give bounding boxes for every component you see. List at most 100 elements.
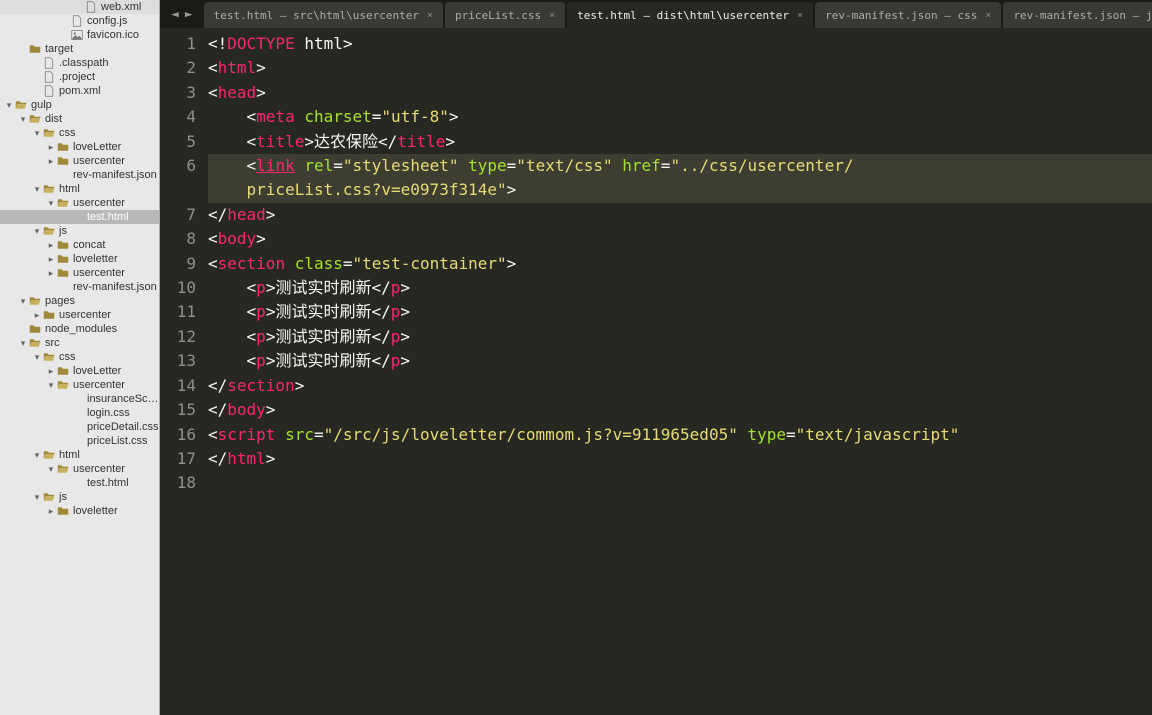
expander-icon[interactable]: ▸: [46, 506, 56, 517]
tree-item-label: usercenter: [59, 309, 159, 321]
file-icon: [42, 57, 56, 69]
tree-item[interactable]: ▸ usercenter: [0, 308, 159, 322]
tree-item[interactable]: ▾dist: [0, 112, 159, 126]
tree-item[interactable]: rev-manifest.json: [0, 280, 159, 294]
code-line[interactable]: <title>达农保险</title>: [208, 130, 1152, 154]
tree-item[interactable]: ▾ css: [0, 350, 159, 364]
tree-item[interactable]: ▾js: [0, 490, 159, 504]
tab-nav: ◄ ►: [160, 7, 204, 22]
expander-icon[interactable]: ▸: [46, 142, 56, 153]
expander-icon[interactable]: ▾: [32, 226, 42, 237]
code-line[interactable]: <!DOCTYPE html>: [208, 32, 1152, 56]
code-line[interactable]: <p>测试实时刷新</p>: [208, 276, 1152, 300]
tree-item[interactable]: priceDetail.css: [0, 420, 159, 434]
tree-item[interactable]: login.css: [0, 406, 159, 420]
code-line[interactable]: <body>: [208, 227, 1152, 251]
expander-icon[interactable]: ▸: [46, 254, 56, 265]
close-icon[interactable]: ×: [549, 10, 555, 21]
tree-item[interactable]: config.js: [0, 14, 159, 28]
code-line[interactable]: <p>测试实时刷新</p>: [208, 349, 1152, 373]
editor-tab[interactable]: rev-manifest.json — css×: [815, 2, 1001, 28]
tree-item[interactable]: ▸loveletter: [0, 252, 159, 266]
expander-icon[interactable]: ▸: [46, 240, 56, 251]
tree-item[interactable]: priceList.css: [0, 434, 159, 448]
editor-tab[interactable]: test.html — dist\html\usercenter×: [567, 2, 813, 28]
file-tree-sidebar[interactable]: web.xmlconfig.jsfavicon.icotarget.classp…: [0, 0, 160, 715]
line-number: 10: [160, 276, 196, 300]
editor-tab[interactable]: rev-manifest.json — js×: [1003, 2, 1152, 28]
expander-icon[interactable]: ▾: [32, 352, 42, 363]
tree-item[interactable]: ▸loveletter: [0, 504, 159, 518]
tree-item[interactable]: ▸ concat: [0, 238, 159, 252]
expander-icon[interactable]: ▾: [18, 114, 28, 125]
code-line[interactable]: <html>: [208, 56, 1152, 80]
tree-item[interactable]: ▾usercenter: [0, 378, 159, 392]
close-icon[interactable]: ×: [797, 10, 803, 21]
expander-icon[interactable]: ▾: [4, 100, 14, 111]
code-line[interactable]: <meta charset="utf-8">: [208, 105, 1152, 129]
code-line[interactable]: <section class="test-container">: [208, 252, 1152, 276]
expander-icon[interactable]: ▾: [32, 128, 42, 139]
tree-item[interactable]: .project: [0, 70, 159, 84]
tree-item[interactable]: test.html: [0, 476, 159, 490]
nav-back-icon[interactable]: ◄: [171, 7, 179, 22]
code-line[interactable]: <p>测试实时刷新</p>: [208, 325, 1152, 349]
tree-item[interactable]: ▾usercenter: [0, 196, 159, 210]
code-line[interactable]: <link rel="stylesheet" type="text/css" h…: [208, 154, 1152, 178]
tree-item-label: concat: [73, 239, 159, 251]
tree-item[interactable]: ▾usercenter: [0, 462, 159, 476]
code-line[interactable]: <head>: [208, 81, 1152, 105]
tree-item-label: loveLetter: [73, 141, 159, 153]
expander-icon[interactable]: ▾: [46, 380, 56, 391]
tree-item[interactable]: node_modules: [0, 322, 159, 336]
close-icon[interactable]: ×: [427, 10, 433, 21]
tree-item[interactable]: ▾css: [0, 126, 159, 140]
tree-item[interactable]: insuranceSchem: [0, 392, 159, 406]
tree-item[interactable]: rev-manifest.json: [0, 168, 159, 182]
tree-item[interactable]: pom.xml: [0, 84, 159, 98]
code-line[interactable]: </section>: [208, 374, 1152, 398]
code-line[interactable]: <script src="/src/js/loveletter/commom.j…: [208, 423, 1152, 447]
code-area[interactable]: 123456 789101112131415161718 <!DOCTYPE h…: [160, 28, 1152, 715]
expander-icon[interactable]: ▾: [32, 450, 42, 461]
tree-item-label: config.js: [87, 15, 159, 27]
expander-icon[interactable]: ▸: [46, 268, 56, 279]
code-content[interactable]: <!DOCTYPE html><html><head> <meta charse…: [208, 28, 1152, 715]
expander-icon[interactable]: ▾: [46, 198, 56, 209]
tree-item[interactable]: ▾html: [0, 182, 159, 196]
tree-item[interactable]: ▸ loveLetter: [0, 140, 159, 154]
tree-item[interactable]: ▾src: [0, 336, 159, 350]
close-icon[interactable]: ×: [985, 10, 991, 21]
code-line[interactable]: </head>: [208, 203, 1152, 227]
editor-tab[interactable]: test.html — src\html\usercenter×: [204, 2, 443, 28]
tree-item[interactable]: ▾js: [0, 224, 159, 238]
expander-icon[interactable]: ▾: [46, 464, 56, 475]
tree-item[interactable]: ▸usercenter: [0, 266, 159, 280]
expander-icon[interactable]: ▾: [32, 492, 42, 503]
tree-item[interactable]: test.html: [0, 210, 159, 224]
code-line[interactable]: <p>测试实时刷新</p>: [208, 300, 1152, 324]
tree-item-label: css: [59, 351, 159, 363]
tree-item[interactable]: .classpath: [0, 56, 159, 70]
tree-item[interactable]: favicon.ico: [0, 28, 159, 42]
image-icon: [70, 29, 84, 41]
line-number: 14: [160, 374, 196, 398]
tree-item[interactable]: target: [0, 42, 159, 56]
expander-icon[interactable]: ▸: [46, 156, 56, 167]
tree-item[interactable]: web.xml: [0, 0, 159, 14]
tree-item[interactable]: ▾pages: [0, 294, 159, 308]
code-line[interactable]: priceList.css?v=e0973f314e">: [208, 178, 1152, 202]
expander-icon[interactable]: ▾: [32, 184, 42, 195]
tree-item[interactable]: ▸loveLetter: [0, 364, 159, 378]
editor-tab[interactable]: priceList.css×: [445, 2, 565, 28]
code-line[interactable]: </body>: [208, 398, 1152, 422]
tree-item[interactable]: ▾gulp: [0, 98, 159, 112]
nav-forward-icon[interactable]: ►: [185, 7, 193, 22]
expander-icon[interactable]: ▸: [32, 310, 42, 321]
tree-item[interactable]: ▸usercenter: [0, 154, 159, 168]
expander-icon[interactable]: ▾: [18, 296, 28, 307]
expander-icon[interactable]: ▾: [18, 338, 28, 349]
code-line[interactable]: </html>: [208, 447, 1152, 471]
tree-item[interactable]: ▾html: [0, 448, 159, 462]
expander-icon[interactable]: ▸: [46, 366, 56, 377]
